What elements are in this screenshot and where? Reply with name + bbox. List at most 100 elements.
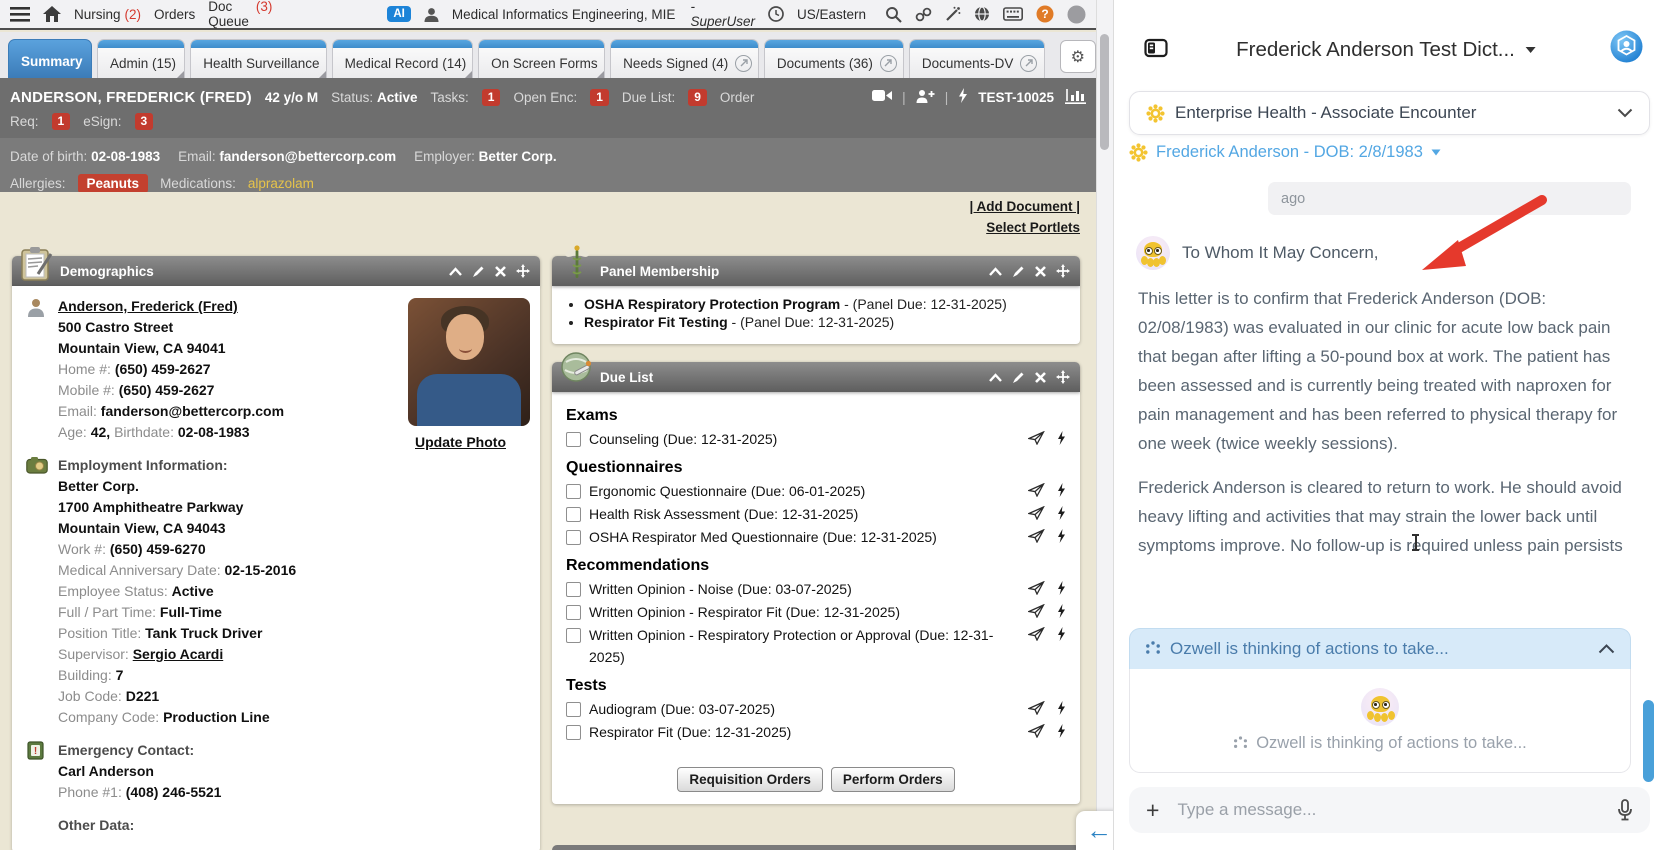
- tab-summary[interactable]: Summary: [8, 39, 92, 78]
- close-icon[interactable]: [1035, 265, 1046, 277]
- video-camera-icon[interactable]: [872, 89, 893, 105]
- requisition-orders-button[interactable]: Requisition Orders: [677, 767, 823, 792]
- keyboard-icon[interactable]: [1003, 7, 1023, 21]
- move-icon[interactable]: [1056, 264, 1070, 278]
- due-list-header[interactable]: Due List: [552, 352, 1080, 392]
- bolt-icon[interactable]: [1057, 529, 1066, 543]
- select-portlets-link[interactable]: Select Portlets: [986, 220, 1080, 235]
- checkbox[interactable]: [566, 582, 581, 597]
- link-icon[interactable]: [915, 7, 932, 22]
- patient-context-dropdown[interactable]: Frederick Anderson - DOB: 2/8/1983: [1129, 143, 1441, 162]
- wand-icon[interactable]: [945, 6, 961, 22]
- menu-nursing[interactable]: Nursing (2): [74, 7, 141, 22]
- send-plane-icon[interactable]: [1028, 627, 1045, 641]
- menu-orders[interactable]: Orders: [154, 7, 195, 22]
- organization-name[interactable]: Medical Informatics Engineering, MIE: [452, 7, 676, 22]
- external-link-icon[interactable]: [879, 54, 897, 72]
- thinking-banner[interactable]: Ozwell is thinking of actions to take...: [1129, 628, 1631, 669]
- panel-membership-header[interactable]: Panel Membership: [552, 245, 1080, 286]
- globe-icon[interactable]: [974, 6, 990, 22]
- checkbox[interactable]: [566, 507, 581, 522]
- bolt-icon[interactable]: [1057, 724, 1066, 738]
- bolt-icon[interactable]: [1057, 483, 1066, 497]
- collapse-icon[interactable]: [989, 372, 1002, 382]
- send-plane-icon[interactable]: [1028, 483, 1045, 497]
- move-icon[interactable]: [1056, 370, 1070, 384]
- conversation-title-dropdown[interactable]: Frederick Anderson Test Dict...: [1236, 38, 1537, 62]
- req-count-badge[interactable]: 1: [51, 112, 71, 130]
- panel-toggle-icon[interactable]: [1144, 38, 1168, 63]
- add-person-icon[interactable]: [916, 89, 935, 106]
- tab-needs-signed[interactable]: Needs Signed (4): [610, 39, 759, 78]
- add-document-link[interactable]: | Add Document |: [969, 199, 1080, 214]
- external-link-icon[interactable]: [735, 54, 753, 72]
- bolt-icon[interactable]: [1057, 627, 1066, 641]
- demographics-portlet-header[interactable]: Demographics: [12, 247, 540, 286]
- checkbox[interactable]: [566, 725, 581, 740]
- bolt-icon[interactable]: [1057, 581, 1066, 595]
- ozwell-logo[interactable]: [1610, 30, 1643, 68]
- scrollbar-thumb[interactable]: [1100, 34, 1109, 150]
- send-plane-icon[interactable]: [1028, 701, 1045, 715]
- bolt-icon[interactable]: [1057, 431, 1066, 445]
- update-photo-link[interactable]: Update Photo: [415, 432, 506, 453]
- ai-badge[interactable]: AI: [387, 6, 411, 22]
- assistant-scrollbar-thumb[interactable]: [1643, 700, 1654, 782]
- medication-value[interactable]: alprazolam: [248, 176, 314, 191]
- close-icon[interactable]: [1035, 371, 1046, 383]
- tab-health-surveillance[interactable]: Health Surveillance: [190, 39, 327, 78]
- send-plane-icon[interactable]: [1028, 724, 1045, 738]
- send-plane-icon[interactable]: [1028, 581, 1045, 595]
- tab-documents[interactable]: Documents (36): [763, 39, 904, 78]
- send-plane-icon[interactable]: [1028, 431, 1045, 445]
- send-plane-icon[interactable]: [1028, 506, 1045, 520]
- hamburger-menu-icon[interactable]: [10, 6, 30, 22]
- patient-name-link[interactable]: Anderson, Frederick (Fred): [58, 298, 238, 314]
- send-plane-icon[interactable]: [1028, 604, 1045, 618]
- checkbox[interactable]: [566, 484, 581, 499]
- attach-plus-icon[interactable]: +: [1146, 798, 1159, 822]
- send-plane-icon[interactable]: [1028, 529, 1045, 543]
- order-link[interactable]: Order: [720, 90, 755, 105]
- menu-doc-queue[interactable]: Doc Queue (3): [208, 0, 272, 29]
- checkbox[interactable]: [566, 432, 581, 447]
- checkbox[interactable]: [566, 530, 581, 545]
- tab-admin[interactable]: Admin (15): [96, 39, 186, 78]
- bolt-icon[interactable]: [1057, 506, 1066, 520]
- search-icon[interactable]: [885, 6, 902, 23]
- checkbox[interactable]: [566, 628, 581, 643]
- help-icon[interactable]: ?: [1036, 5, 1054, 23]
- microphone-icon[interactable]: [1617, 799, 1633, 821]
- chevron-up-icon[interactable]: [1598, 644, 1615, 654]
- checkbox[interactable]: [566, 702, 581, 717]
- home-icon[interactable]: [43, 6, 61, 22]
- open-enc-count-badge[interactable]: 1: [590, 88, 609, 106]
- move-icon[interactable]: [516, 264, 530, 278]
- avatar-circle[interactable]: [1067, 5, 1086, 24]
- tab-on-screen-forms[interactable]: On Screen Forms: [478, 39, 606, 78]
- timezone-label[interactable]: US/Eastern: [797, 7, 866, 22]
- due-list-count-badge[interactable]: 9: [688, 88, 707, 106]
- edit-pencil-icon[interactable]: [1012, 371, 1025, 384]
- bolt-icon[interactable]: [1057, 701, 1066, 715]
- chart-icon[interactable]: [1064, 88, 1086, 107]
- tab-settings-gear-icon[interactable]: ⚙: [1059, 40, 1097, 73]
- esign-count-badge[interactable]: 3: [134, 112, 154, 130]
- tab-medical-record[interactable]: Medical Record (14): [331, 39, 474, 78]
- collapse-icon[interactable]: [449, 266, 462, 276]
- edit-pencil-icon[interactable]: [472, 265, 485, 278]
- tab-documents-dv[interactable]: Documents-DV: [908, 39, 1045, 78]
- message-input[interactable]: [1175, 799, 1601, 821]
- collapse-icon[interactable]: [989, 266, 1002, 276]
- external-link-icon[interactable]: [1020, 54, 1038, 72]
- perform-orders-button[interactable]: Perform Orders: [830, 767, 955, 792]
- main-scrollbar[interactable]: [1096, 0, 1113, 850]
- bolt-icon[interactable]: [1057, 604, 1066, 618]
- encounter-selector[interactable]: Enterprise Health - Associate Encounter: [1129, 91, 1650, 135]
- lightning-icon[interactable]: [958, 88, 968, 106]
- tasks-count-badge[interactable]: 1: [481, 88, 501, 106]
- close-icon[interactable]: [495, 265, 506, 277]
- checkbox[interactable]: [566, 605, 581, 620]
- allergy-badge[interactable]: Peanuts: [77, 173, 149, 193]
- supervisor-link[interactable]: Sergio Acardi: [133, 646, 224, 662]
